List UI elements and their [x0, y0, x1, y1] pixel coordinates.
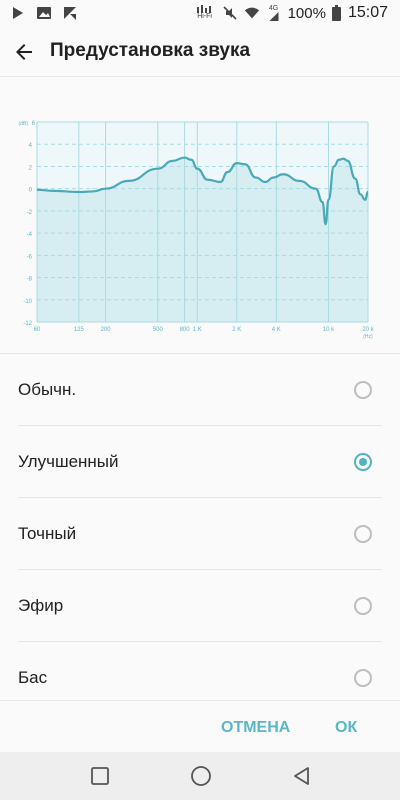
- x-tick-label: 500: [153, 327, 164, 333]
- network-type-label: 4G: [268, 5, 279, 12]
- eq-chart-svg: 6 4 2 0 -2 -4 -6 -8 -10 -12 (dB) 60 125 200 500 800 1 K 2…: [19, 121, 375, 340]
- preset-label: Точный: [18, 524, 77, 543]
- y-tick-label: -2: [27, 210, 33, 216]
- x-tick-label: 200: [101, 327, 112, 333]
- hifi-icon: Hi-Fi: [194, 5, 216, 21]
- y-tick-label: 6: [32, 121, 36, 127]
- x-tick-label: 20 k: [362, 327, 374, 333]
- preset-item-ether[interactable]: Эфир: [0, 570, 400, 642]
- preset-label: Улучшенный: [18, 452, 119, 471]
- wifi-icon: [244, 5, 260, 21]
- x-tick-label: 2 K: [232, 327, 241, 333]
- preset-item-enhanced[interactable]: Улучшенный: [0, 426, 400, 498]
- radio-button[interactable]: [354, 525, 372, 543]
- preset-list: Обычн. Улучшенный Точный Эфир Бас: [0, 354, 400, 714]
- battery-icon: [332, 5, 342, 21]
- preset-item-accurate[interactable]: Точный: [0, 498, 400, 570]
- gallery-icon: [36, 5, 52, 21]
- x-tick-label: 125: [74, 327, 85, 333]
- y-tick-label: -6: [27, 254, 33, 260]
- y-tick-label: 4: [29, 143, 33, 149]
- x-tick-label: 1 K: [193, 327, 202, 333]
- cancel-button[interactable]: ОТМЕНА: [221, 719, 290, 737]
- app-header: Предустановка звука: [0, 28, 400, 76]
- status-bar: Hi-Fi 4G 100% 15:07: [0, 0, 400, 28]
- radio-button[interactable]: [354, 597, 372, 615]
- arrow-back-icon[interactable]: [12, 40, 36, 64]
- signal-icon: 4G: [266, 5, 282, 21]
- radio-button[interactable]: [354, 669, 372, 687]
- battery-percent: 100%: [287, 4, 326, 22]
- y-tick-label: 0: [29, 188, 33, 194]
- recents-square-icon[interactable]: [88, 764, 112, 788]
- home-circle-icon[interactable]: [189, 764, 213, 788]
- back-triangle-icon[interactable]: [290, 764, 314, 788]
- eq-chart: 6 4 2 0 -2 -4 -6 -8 -10 -12 (dB) 60 125 200 500 800 1 K 2…: [0, 77, 400, 353]
- app-notify-icon: [62, 5, 78, 21]
- y-tick-label: -10: [23, 299, 32, 305]
- x-tick-label: 10 k: [323, 327, 335, 333]
- x-tick-label: 60: [34, 327, 41, 333]
- preset-label: Обычн.: [18, 380, 77, 399]
- dialog-button-bar: ОТМЕНА ОК: [0, 700, 400, 753]
- radio-button[interactable]: [354, 453, 372, 471]
- clock: 15:07: [347, 4, 388, 21]
- mute-icon: [222, 5, 238, 21]
- preset-item-normal[interactable]: Обычн.: [0, 354, 400, 426]
- y-unit-label: (dB): [19, 121, 29, 127]
- page-title: Предустановка звука: [50, 40, 251, 61]
- play-icon: [10, 5, 26, 21]
- navigation-bar: [0, 752, 400, 800]
- hifi-label: Hi-Fi: [197, 13, 212, 20]
- y-tick-label: -8: [27, 277, 33, 283]
- y-tick-label: -12: [23, 321, 32, 327]
- ok-button[interactable]: ОК: [335, 719, 357, 737]
- preset-label: Эфир: [18, 596, 64, 615]
- x-tick-label: 800: [180, 327, 191, 333]
- y-tick-label: -4: [27, 232, 33, 238]
- x-tick-label: 4 K: [272, 327, 281, 333]
- x-unit-label: (Hz): [363, 334, 373, 340]
- preset-label: Бас: [18, 668, 48, 687]
- y-tick-label: 2: [29, 165, 33, 171]
- radio-button[interactable]: [354, 381, 372, 399]
